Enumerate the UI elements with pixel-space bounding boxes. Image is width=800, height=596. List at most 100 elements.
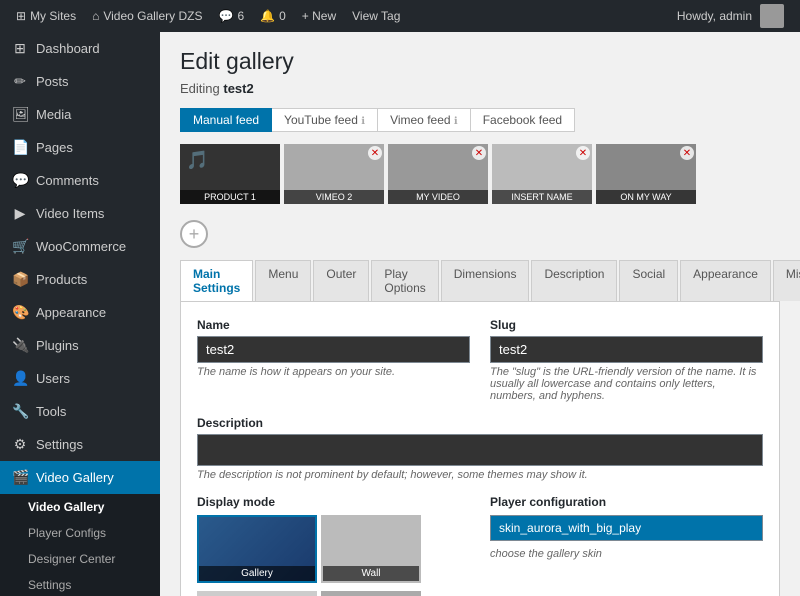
video-thumb-1-play-indicator: 🎵 [186, 150, 208, 171]
plugins-icon: 🔌 [12, 337, 28, 354]
sidebar-item-comments[interactable]: 💬 Comments [0, 164, 160, 197]
user-greeting: Howdy, admin [669, 4, 792, 28]
video-thumb-5-label: ON MY WAY [596, 190, 696, 204]
pages-icon: 📄 [12, 139, 28, 156]
video-thumb-4[interactable]: ✕ INSERT NAME [492, 144, 592, 204]
display-modes-container: Gallery Wall Rotator 3d [197, 515, 470, 596]
display-mode-gallery[interactable]: Gallery [197, 515, 317, 583]
sidebar-item-plugins[interactable]: 🔌 Plugins [0, 329, 160, 362]
display-player-row: Display mode Gallery Wall [197, 495, 763, 596]
dashboard-icon: ⊞ [12, 40, 28, 57]
feed-tab-youtube[interactable]: YouTube feed ℹ [272, 108, 378, 132]
appearance-icon: 🎨 [12, 304, 28, 321]
youtube-info-icon: ℹ [361, 116, 365, 127]
new-label: + New [302, 9, 336, 23]
video-thumbs-container: 🎵 PRODUCT 1 ✕ VIMEO 2 ✕ MY VIDEO ✕ INSER… [180, 144, 780, 204]
video-thumb-2[interactable]: ✕ VIMEO 2 [284, 144, 384, 204]
settings-tab-dimensions[interactable]: Dimensions [441, 260, 530, 301]
media-icon: 🖼 [12, 106, 28, 123]
form-panel: Name The name is how it appears on your … [180, 302, 780, 596]
video-gallery-icon: 🎬 [12, 469, 28, 486]
woocommerce-icon: 🛒 [12, 238, 28, 255]
vimeo-info-icon: ℹ [454, 116, 458, 127]
name-slug-row: Name The name is how it appears on your … [197, 318, 763, 402]
settings-tab-menu[interactable]: Menu [255, 260, 311, 301]
name-input[interactable] [197, 336, 470, 363]
description-label: Description [197, 416, 763, 430]
video-thumb-1[interactable]: 🎵 PRODUCT 1 [180, 144, 280, 204]
player-config-input[interactable] [490, 515, 763, 541]
player-config-hint: choose the gallery skin [490, 548, 763, 560]
remove-thumb-4-button[interactable]: ✕ [576, 146, 590, 160]
posts-icon: ✏ [12, 73, 28, 90]
feed-tab-vimeo[interactable]: Vimeo feed ℹ [378, 108, 471, 132]
video-thumb-3[interactable]: ✕ MY VIDEO [388, 144, 488, 204]
settings-tab-miscellaneous[interactable]: Miscellaneous [773, 260, 800, 301]
sidebar-item-tools[interactable]: 🔧 Tools [0, 395, 160, 428]
name-col: Name The name is how it appears on your … [197, 318, 470, 402]
display-mode-videowall[interactable]: Video wall [321, 591, 421, 596]
sidebar-item-users[interactable]: 👤 Users [0, 362, 160, 395]
remove-thumb-3-button[interactable]: ✕ [472, 146, 486, 160]
settings-tab-outer[interactable]: Outer [313, 260, 369, 301]
sidebar-sub-player-configs[interactable]: Player Configs [0, 520, 160, 546]
admin-bar: ⊞ My Sites ⌂ Video Gallery DZS 💬 6 🔔 0 +… [0, 0, 800, 32]
description-section: Description The description is not promi… [197, 416, 763, 481]
sidebar-item-pages[interactable]: 📄 Pages [0, 131, 160, 164]
sidebar: ⊞ Dashboard ✏ Posts 🖼 Media 📄 Pages 💬 Co… [0, 32, 160, 596]
slug-hint: The "slug" is the URL-friendly version o… [490, 366, 763, 402]
add-video-button[interactable]: + [180, 220, 208, 248]
gallery-mode-label: Gallery [199, 566, 315, 581]
description-input[interactable] [197, 434, 763, 466]
site-name: Video Gallery DZS [103, 9, 202, 23]
sidebar-item-media[interactable]: 🖼 Media [0, 98, 160, 131]
name-hint: The name is how it appears on your site. [197, 366, 470, 378]
settings-tab-social[interactable]: Social [619, 260, 678, 301]
sidebar-item-products[interactable]: 📦 Products [0, 263, 160, 296]
admin-avatar [760, 4, 784, 28]
settings-tabs: Main Settings Menu Outer Play Options Di… [180, 260, 780, 302]
settings-tab-appearance[interactable]: Appearance [680, 260, 771, 301]
sidebar-sub-video-gallery[interactable]: Video Gallery [0, 494, 160, 520]
player-config-label: Player configuration [490, 495, 763, 509]
sidebar-item-settings[interactable]: ⚙ Settings [0, 428, 160, 461]
new-content-link[interactable]: + New [294, 9, 344, 23]
feed-tab-facebook[interactable]: Facebook feed [471, 108, 575, 132]
display-mode-wall[interactable]: Wall [321, 515, 421, 583]
comment-icon: 💬 [218, 9, 233, 23]
settings-tab-play-options[interactable]: Play Options [371, 260, 438, 301]
updates-count: 0 [279, 9, 286, 23]
sidebar-item-video-items[interactable]: ▶ Video Items [0, 197, 160, 230]
wall-mode-label: Wall [323, 566, 419, 581]
sidebar-item-video-gallery[interactable]: 🎬 Video Gallery [0, 461, 160, 494]
slug-label: Slug [490, 318, 763, 332]
home-icon: ⌂ [92, 9, 99, 23]
settings-tab-description[interactable]: Description [531, 260, 617, 301]
sidebar-sub-designer-center[interactable]: Designer Center [0, 546, 160, 572]
sidebar-item-posts[interactable]: ✏ Posts [0, 65, 160, 98]
updates-link[interactable]: 🔔 0 [252, 9, 294, 23]
display-mode-rotator3d[interactable]: Rotator 3d [197, 591, 317, 596]
my-sites-link[interactable]: ⊞ My Sites [8, 9, 84, 23]
products-icon: 📦 [12, 271, 28, 288]
display-mode-col: Display mode Gallery Wall [197, 495, 470, 596]
view-tag-link[interactable]: View Tag [344, 9, 408, 23]
view-tag-label: View Tag [352, 9, 400, 23]
tools-icon: 🔧 [12, 403, 28, 420]
remove-thumb-2-button[interactable]: ✕ [368, 146, 382, 160]
site-home-link[interactable]: ⌂ Video Gallery DZS [84, 9, 210, 23]
sidebar-item-dashboard[interactable]: ⊞ Dashboard [0, 32, 160, 65]
settings-tab-main[interactable]: Main Settings [180, 260, 253, 301]
sidebar-item-appearance[interactable]: 🎨 Appearance [0, 296, 160, 329]
feed-tab-manual[interactable]: Manual feed [180, 108, 272, 132]
sidebar-item-woocommerce[interactable]: 🛒 WooCommerce [0, 230, 160, 263]
sidebar-sub-settings[interactable]: Settings [0, 572, 160, 596]
comments-link[interactable]: 💬 6 [210, 9, 252, 23]
slug-input[interactable] [490, 336, 763, 363]
player-config-col: Player configuration choose the gallery … [490, 495, 763, 596]
remove-thumb-5-button[interactable]: ✕ [680, 146, 694, 160]
video-thumb-2-label: VIMEO 2 [284, 190, 384, 204]
name-label: Name [197, 318, 470, 332]
slug-col: Slug The "slug" is the URL-friendly vers… [490, 318, 763, 402]
video-thumb-5[interactable]: ✕ ON MY WAY [596, 144, 696, 204]
